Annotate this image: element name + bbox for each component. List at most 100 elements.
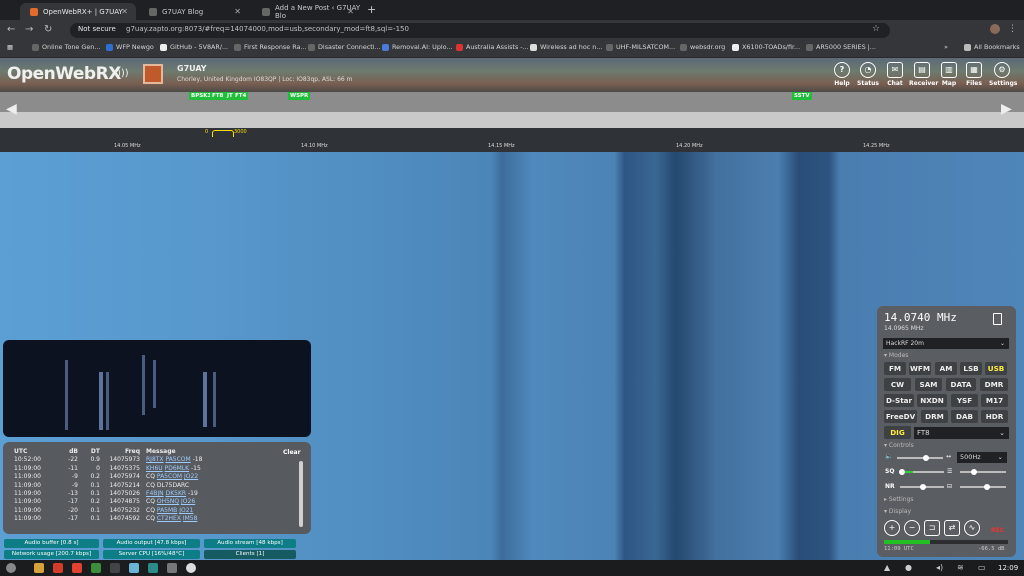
callsign-link[interactable]: F4BJN <box>146 490 164 497</box>
volume-tray-icon[interactable]: ◂) <box>936 563 943 572</box>
chrome-icon[interactable] <box>91 563 101 573</box>
bookmark-item[interactable]: First Response Ra... <box>234 43 307 51</box>
start-menu-icon[interactable] <box>6 563 16 573</box>
profile-select[interactable]: HackRF 20m ⌄ <box>883 338 1009 349</box>
locator-link[interactable]: IM58 <box>183 515 198 522</box>
mode-button-am[interactable]: AM <box>935 362 957 375</box>
bandwidth-select[interactable]: 500Hz ⌄ <box>957 452 1007 463</box>
mode-button-drm[interactable]: DRM <box>921 410 948 423</box>
reload-icon[interactable]: ↻ <box>44 25 52 35</box>
volume-slider[interactable] <box>897 457 943 459</box>
audio-buffer-status[interactable]: Audio buffer [0.8 s] <box>4 539 99 548</box>
callsign-link[interactable]: PA5COM <box>157 473 182 480</box>
audio-filter-slider-handle[interactable] <box>984 484 990 490</box>
bookmark-item[interactable]: AR5000 SERIES |... <box>806 43 876 51</box>
close-tab-icon[interactable]: ✕ <box>234 7 241 16</box>
tab-openwebrx[interactable]: OpenWebRX+ | G7UAY ✕ <box>20 3 136 20</box>
not-secure-badge[interactable]: Not secure <box>78 25 116 33</box>
url-text[interactable]: g7uay.zapto.org:8073/#freq=14074000,mod=… <box>126 25 409 33</box>
chat-button[interactable]: ✉ Chat <box>882 62 908 87</box>
mode-button-ysf[interactable]: YSF <box>951 394 978 407</box>
dig-button[interactable]: DIG <box>884 426 911 439</box>
mode-button-wfm[interactable]: WFM <box>909 362 931 375</box>
bookmark-item[interactable]: Online Tone Gen... <box>32 43 100 51</box>
status-button[interactable]: ◔ Status <box>855 62 881 87</box>
files-button[interactable]: ▦ Files <box>961 62 987 87</box>
audio-output-status[interactable]: Audio output [47.8 kbps] <box>103 539 200 548</box>
mode-button-nxdn[interactable]: NXDN <box>917 394 947 407</box>
bookmark-marker[interactable]: FT8 <box>210 92 226 100</box>
audio-stream-status[interactable]: Audio stream [48 kbps] <box>204 539 296 548</box>
reset-zoom-icon[interactable]: ⇄ <box>944 520 960 536</box>
app-icon[interactable] <box>129 563 139 573</box>
server-cpu-status[interactable]: Server CPU [16%/48°C] <box>103 550 200 559</box>
bookmark-item[interactable]: Wireless ad hoc n... <box>530 43 602 51</box>
mode-button-data[interactable]: DATA <box>946 378 976 391</box>
zoom-in-icon[interactable]: + <box>884 520 900 536</box>
tab-blog[interactable]: G7UAY Blog ✕ <box>139 3 249 20</box>
tab-new-post[interactable]: Add a New Post ‹ G7UAY Blo ✕ <box>252 3 362 20</box>
squelch-slider-handle[interactable] <box>899 469 905 475</box>
scroll-right-icon[interactable]: ▶ <box>1001 101 1012 117</box>
mode-button-usb[interactable]: USB <box>985 362 1007 375</box>
tray-app-icon[interactable]: ● <box>905 563 912 572</box>
clients-status[interactable]: Clients [1] <box>204 550 296 559</box>
callsign-link[interactable]: PD6MLK <box>165 465 190 472</box>
tuned-frequency[interactable]: 14.0740 MHz <box>884 311 957 324</box>
bookmark-item[interactable]: GitHub - 5V8AR/... <box>160 43 228 51</box>
locator-link[interactable]: JO22 <box>184 473 198 480</box>
noise-reduction-slider-handle[interactable] <box>920 484 926 490</box>
digital-mode-select[interactable]: FT8 ⌄ <box>914 427 1009 439</box>
mode-button-dmr[interactable]: DMR <box>980 378 1008 391</box>
bookmark-marker[interactable]: WSPR <box>288 92 311 100</box>
mode-button-lsb[interactable]: LSB <box>960 362 982 375</box>
callsign-link[interactable]: RJ8TX <box>146 456 164 463</box>
clear-messages-button[interactable]: Clear <box>283 449 301 456</box>
vivaldi-icon[interactable] <box>72 563 82 573</box>
gain-slider-handle[interactable] <box>971 469 977 475</box>
network-usage-status[interactable]: Network usage [200.7 kbps] <box>4 550 99 559</box>
auto-adjust-icon[interactable]: ∿ <box>964 520 980 536</box>
all-bookmarks[interactable]: All Bookmarks <box>964 43 1020 51</box>
map-button[interactable]: ▥ Map <box>936 62 962 87</box>
receiver-button[interactable]: ▤ Receiver <box>909 62 938 87</box>
mode-button-fm[interactable]: FM <box>884 362 906 375</box>
new-tab-icon[interactable]: + <box>367 3 376 16</box>
settings-section-header[interactable]: ▸ Settings <box>884 496 914 503</box>
app-icon[interactable] <box>167 563 177 573</box>
scroll-left-icon[interactable]: ◀ <box>6 101 17 117</box>
app-icon[interactable] <box>186 563 196 573</box>
forward-icon[interactable]: → <box>25 25 33 35</box>
display-section-header[interactable]: ▾ Display <box>884 508 911 515</box>
mode-button-hdr[interactable]: HDR <box>981 410 1008 423</box>
volume-slider-handle[interactable] <box>923 455 929 461</box>
passband-indicator[interactable] <box>212 130 234 137</box>
files-app-icon[interactable] <box>34 563 44 573</box>
apps-icon[interactable]: ▦ <box>7 43 13 51</box>
bookmark-item[interactable]: UHF-MILSATCOM... <box>606 43 675 51</box>
help-button[interactable]: ? Help <box>829 62 855 87</box>
bookmark-icon[interactable] <box>993 313 1002 325</box>
mode-button-m17[interactable]: M17 <box>981 394 1008 407</box>
zoom-out-icon[interactable]: − <box>904 520 920 536</box>
back-icon[interactable]: ← <box>7 25 15 35</box>
app-icon[interactable] <box>53 563 63 573</box>
callsign-link[interactable]: OH5NQ <box>157 498 179 505</box>
mode-button-dstar[interactable]: D-Star <box>884 394 914 407</box>
menu-icon[interactable]: ⋮ <box>1008 24 1017 34</box>
bookmark-item[interactable]: Australia Assists -... <box>456 43 529 51</box>
bookmark-marker[interactable]: SSTV <box>792 92 812 100</box>
callsign-link[interactable]: PA5COM <box>165 456 190 463</box>
bookmark-item[interactable]: Disaster Connecti... <box>308 43 381 51</box>
audio-filter-slider[interactable] <box>960 486 1006 488</box>
callsign-link[interactable]: PA5MB <box>157 507 177 514</box>
close-tab-icon[interactable]: ✕ <box>121 7 128 16</box>
bookmark-marker[interactable]: FT4 <box>233 92 249 100</box>
more-bookmarks-icon[interactable]: » <box>944 43 948 51</box>
system-tray-icon[interactable]: ▲ <box>884 563 890 572</box>
mode-button-dab[interactable]: DAB <box>951 410 978 423</box>
controls-section-header[interactable]: ▾ Controls <box>884 442 914 449</box>
star-icon[interactable]: ☆ <box>872 24 880 34</box>
profile-avatar[interactable] <box>990 24 1000 34</box>
bookmark-item[interactable]: X6100-TOADs/fir... <box>732 43 800 51</box>
